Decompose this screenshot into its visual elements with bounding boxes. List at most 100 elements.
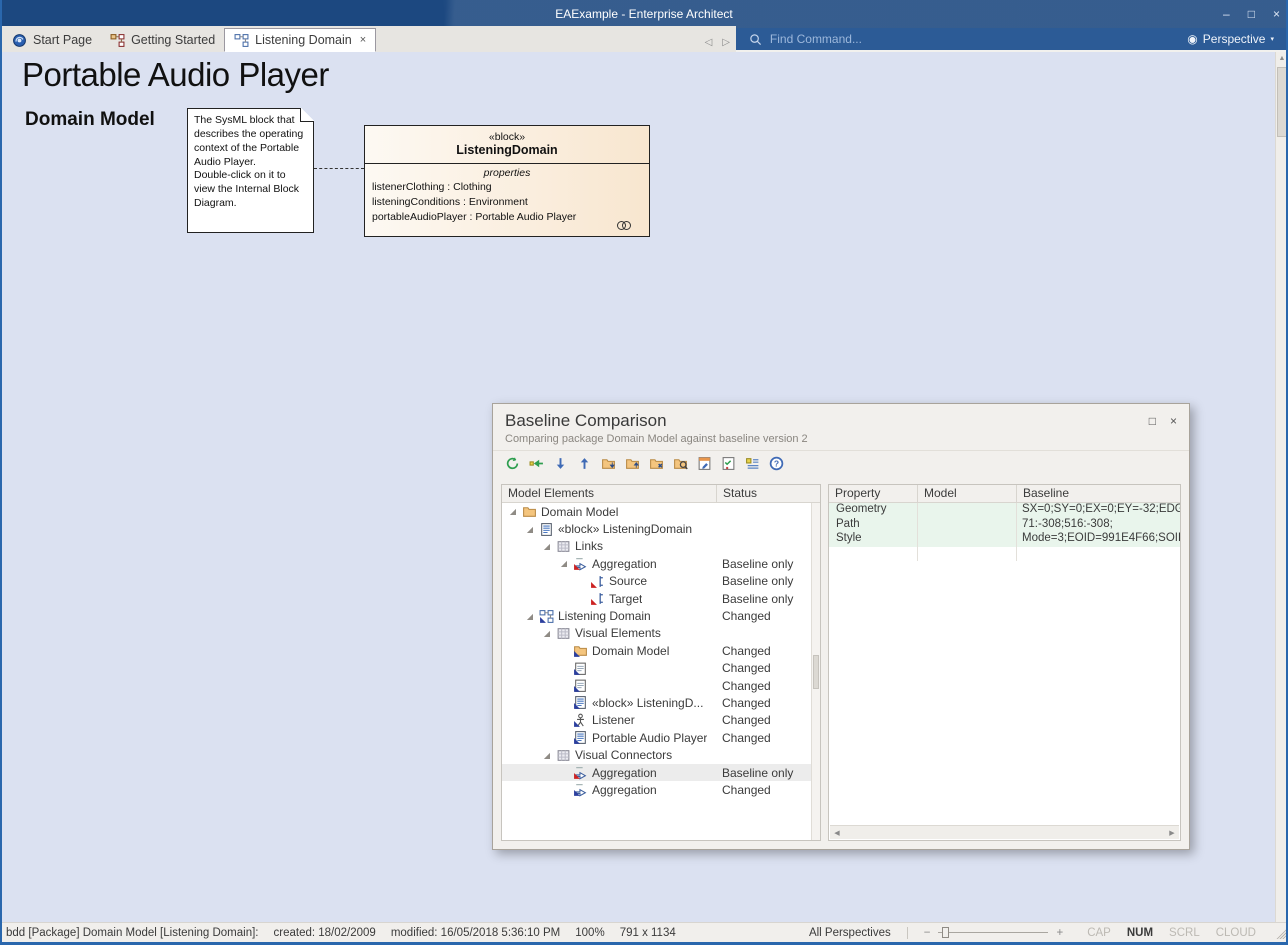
tab-scroll-right-icon[interactable]: ▷ [722, 37, 730, 48]
zoom-in-icon[interactable]: + [1056, 927, 1063, 939]
baseline-tree-item-domain-model[interactable]: ◢Domain Model [502, 503, 820, 520]
find-command[interactable]: Find Command... [749, 28, 862, 50]
separator [907, 927, 908, 939]
zoom-out-icon[interactable]: − [924, 927, 931, 939]
diagram-label-text: Domain Model [25, 109, 155, 131]
fold-up-icon[interactable] [625, 456, 640, 471]
log-icon[interactable] [745, 456, 760, 471]
note-text: Double-click on it to view the Internal … [194, 169, 307, 211]
expander-open-icon[interactable]: ◢ [557, 559, 571, 568]
document-tab-start-page[interactable]: Start Page [3, 28, 101, 52]
baseline-tree-item-unnamed[interactable]: Changed [502, 677, 820, 694]
baseline-tree-item-visual-connectors[interactable]: ◢Visual Connectors [502, 746, 820, 763]
baseline-tree-item-aggregation[interactable]: AggregationChanged [502, 781, 820, 798]
baseline-grid-row-geometry[interactable]: GeometrySX=0;SY=0;EX=0;EY=-32;EDGE=1; [829, 503, 1180, 518]
baseline-grid-row-path[interactable]: Path71:-308;516:-308; [829, 518, 1180, 533]
help-icon[interactable]: ? [769, 456, 784, 471]
indicator-num: NUM [1127, 927, 1153, 939]
expander-open-icon[interactable]: ◢ [540, 751, 554, 760]
zoom-slider-thumb[interactable] [942, 927, 949, 938]
close-button[interactable]: × [1273, 7, 1280, 21]
baseline-tree-item-block-listeningd[interactable]: «block» ListeningD...Changed [502, 694, 820, 711]
baseline-status: Changed [716, 731, 820, 745]
baseline-tree-item-target[interactable]: TargetBaseline only [502, 590, 820, 607]
baseline-tree-item-domain-model[interactable]: Domain ModelChanged [502, 642, 820, 659]
note-blue-icon [571, 678, 589, 693]
conn-blue-icon [571, 782, 589, 797]
baseline-tree-item-source[interactable]: SourceBaseline only [502, 573, 820, 590]
grid-icon [554, 748, 572, 763]
grid-horizontal-scrollbar[interactable]: ◀▶ [830, 825, 1179, 839]
folder-icon [520, 504, 538, 519]
resize-grip[interactable] [1274, 927, 1286, 939]
window-edge [0, 0, 2, 945]
indicator-scrl: SCRL [1169, 927, 1200, 939]
baseline-status: Changed [716, 679, 820, 693]
fold-all-icon[interactable] [649, 456, 664, 471]
block-name: ListeningDomain [365, 143, 649, 157]
baseline-status: Baseline only [716, 592, 820, 606]
maximize-button[interactable]: □ [1248, 7, 1255, 21]
document-tabs: Start PageGetting StartedListening Domai… [0, 26, 736, 52]
baseline-tree-item-aggregation[interactable]: AggregationBaseline only [502, 764, 820, 781]
baseline-status: Changed [716, 783, 820, 797]
refresh-icon[interactable] [505, 456, 520, 471]
baseline-grid-row-empty [829, 547, 1180, 562]
block-compartment-label: properties [365, 164, 649, 180]
diagram-icon [234, 33, 249, 48]
baseline-tree-item-visual-elements[interactable]: ◢Visual Elements [502, 625, 820, 642]
block-attribute: listenerClothing : Clothing [365, 180, 649, 195]
expander-open-icon[interactable]: ◢ [540, 542, 554, 551]
close-tab-icon[interactable]: × [360, 34, 366, 46]
expander-open-icon[interactable]: ◢ [523, 612, 537, 621]
baseline-tree-item-listening-domain[interactable]: ◢Listening DomainChanged [502, 607, 820, 624]
column-header[interactable]: Model Elements [502, 485, 716, 502]
find-command-placeholder: Find Command... [770, 32, 862, 46]
baseline-tree-item-unnamed[interactable]: Changed [502, 660, 820, 677]
zoom-slider[interactable]: − + [924, 927, 1063, 939]
baseline-tree-item-aggregation[interactable]: ◢AggregationBaseline only [502, 555, 820, 572]
document-tab-getting-started[interactable]: Getting Started [101, 28, 224, 52]
column-header[interactable]: Baseline [1016, 485, 1180, 502]
maximize-dialog-icon[interactable]: □ [1149, 414, 1156, 428]
check-icon[interactable] [721, 456, 736, 471]
baseline-tree-item-block-listeningdomain[interactable]: ◢«block» ListeningDomain [502, 520, 820, 537]
column-header[interactable]: Status [716, 485, 820, 502]
actor-blue-icon [571, 713, 589, 728]
all-perspectives-button[interactable]: All Perspectives [809, 927, 891, 939]
minimize-button[interactable]: – [1223, 7, 1230, 21]
end-red-icon [588, 574, 606, 589]
down-icon[interactable] [553, 456, 568, 471]
perspective-button[interactable]: ◉ Perspective ▾ [1187, 28, 1274, 50]
grid-icon [554, 539, 572, 554]
block-blue-icon [571, 695, 589, 710]
note-blue-icon [571, 661, 589, 676]
baseline-status: Baseline only [716, 766, 820, 780]
column-header[interactable]: Model [917, 485, 1016, 502]
note-text: The SysML block that describes the opera… [194, 114, 307, 169]
baseline-tree-item-portable-audio-player[interactable]: Portable Audio PlayerChanged [502, 729, 820, 746]
column-header[interactable]: Property [829, 485, 917, 502]
tree-scrollbar[interactable] [811, 503, 820, 840]
close-dialog-icon[interactable]: × [1170, 414, 1177, 428]
merge-icon[interactable] [529, 456, 544, 471]
expander-open-icon[interactable]: ◢ [506, 507, 520, 516]
folder-blue-icon [571, 643, 589, 658]
note-element[interactable]: The SysML block that describes the opera… [187, 108, 314, 233]
xml-icon[interactable] [697, 456, 712, 471]
baseline-grid-row-style[interactable]: StyleMode=3;EOID=991E4F66;SOID=E... [829, 532, 1180, 547]
up-icon[interactable] [577, 456, 592, 471]
expander-open-icon[interactable]: ◢ [540, 629, 554, 638]
status-size: 791 x 1134 [620, 927, 676, 939]
block-element[interactable]: «block» ListeningDomain properties liste… [364, 125, 650, 237]
baseline-status: Changed [716, 609, 820, 623]
fold-down-icon[interactable] [601, 456, 616, 471]
tab-scroll-left-icon[interactable]: ◁ [705, 37, 713, 48]
expander-open-icon[interactable]: ◢ [523, 525, 537, 534]
indicator-cap: CAP [1087, 927, 1111, 939]
baseline-status: Baseline only [716, 557, 820, 571]
find-folder-icon[interactable] [673, 456, 688, 471]
baseline-tree-item-listener[interactable]: ListenerChanged [502, 712, 820, 729]
document-tab-listening-domain[interactable]: Listening Domain× [224, 28, 376, 52]
baseline-tree-item-links[interactable]: ◢Links [502, 538, 820, 555]
